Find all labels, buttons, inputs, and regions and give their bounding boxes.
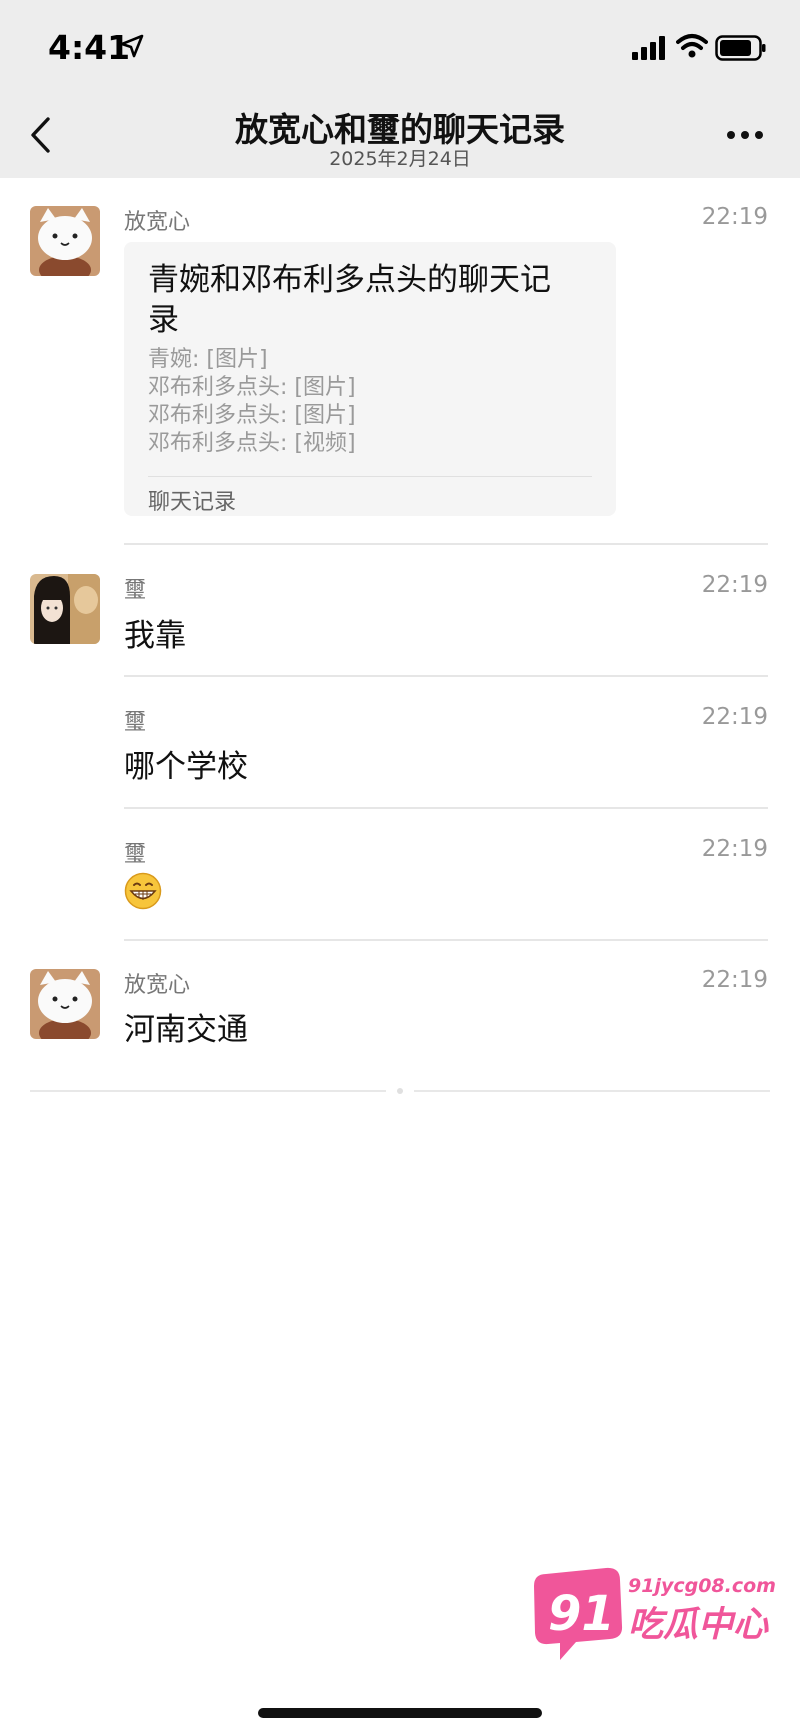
sender-name: 放宽心 xyxy=(124,210,191,235)
cat-plush-avatar-icon xyxy=(30,969,100,1039)
sender-name: 放宽心 xyxy=(124,973,191,998)
chat-record-footer: 聊天记录 xyxy=(148,490,237,515)
watermark-logo-number: 91 xyxy=(548,1586,615,1642)
more-icon[interactable] xyxy=(722,125,768,145)
chat-record-card[interactable]: 青婉和邓布利多点头的聊天记录 青婉: [图片] 邓布利多点头: [图片] 邓布利… xyxy=(124,242,616,516)
watermark-domain: 91jycg08.com xyxy=(628,1575,776,1597)
message-divider xyxy=(124,675,768,677)
home-indicator[interactable] xyxy=(258,1708,542,1718)
sender-name: 璽 xyxy=(124,710,147,735)
end-divider-dot xyxy=(397,1088,403,1094)
chat-record-line: 邓布利多点头: [图片] xyxy=(148,403,356,428)
watermark: 91 91jycg08.com 吃瓜中心 xyxy=(528,1556,778,1666)
chat-record-line: 邓布利多点头: [图片] xyxy=(148,375,356,400)
card-divider xyxy=(148,476,592,477)
message-time: 22:19 xyxy=(701,704,768,730)
status-time: 4:41 xyxy=(48,28,131,67)
avatar[interactable] xyxy=(30,574,100,644)
chat-record-title: 青婉和邓布利多点头的聊天记录 xyxy=(148,262,551,338)
chat-record-line: 邓布利多点头: [视频] xyxy=(148,431,356,456)
wifi-icon xyxy=(676,34,708,58)
battery-icon xyxy=(715,35,766,61)
sender-name: 璽 xyxy=(124,842,147,867)
end-divider-right xyxy=(414,1090,770,1092)
message-text: 河南交通 xyxy=(124,1012,248,1048)
avatar[interactable] xyxy=(30,969,100,1039)
message-time: 22:19 xyxy=(701,572,768,598)
chat-record-line: 青婉: [图片] xyxy=(148,347,268,372)
page-subtitle-date: 2025年2月24日 xyxy=(329,148,471,170)
cat-plush-avatar-icon xyxy=(30,206,100,276)
nav-bar: 放宽心和璽的聊天记录 2025年2月24日 xyxy=(0,95,800,178)
end-divider-left xyxy=(30,1090,386,1092)
message-time: 22:19 xyxy=(701,967,768,993)
sender-name: 璽 xyxy=(124,578,147,603)
message-divider xyxy=(124,807,768,809)
message-time: 22:19 xyxy=(701,836,768,862)
message-text: 哪个学校 xyxy=(124,749,248,785)
avatar[interactable] xyxy=(30,206,100,276)
grinning-face-icon xyxy=(124,872,162,910)
message-divider xyxy=(124,939,768,941)
status-bar: 4:41 xyxy=(0,0,800,95)
cellular-signal-icon xyxy=(632,36,665,60)
watermark-name: 吃瓜中心 xyxy=(628,1605,769,1645)
location-arrow-icon xyxy=(120,34,144,58)
message-text: 我靠 xyxy=(124,618,186,654)
message-time: 22:19 xyxy=(701,204,768,230)
girl-with-dog-avatar-icon xyxy=(30,574,100,644)
watermark-logo: 91 91jycg08.com 吃瓜中心 xyxy=(534,1567,776,1660)
message-divider xyxy=(124,543,768,545)
